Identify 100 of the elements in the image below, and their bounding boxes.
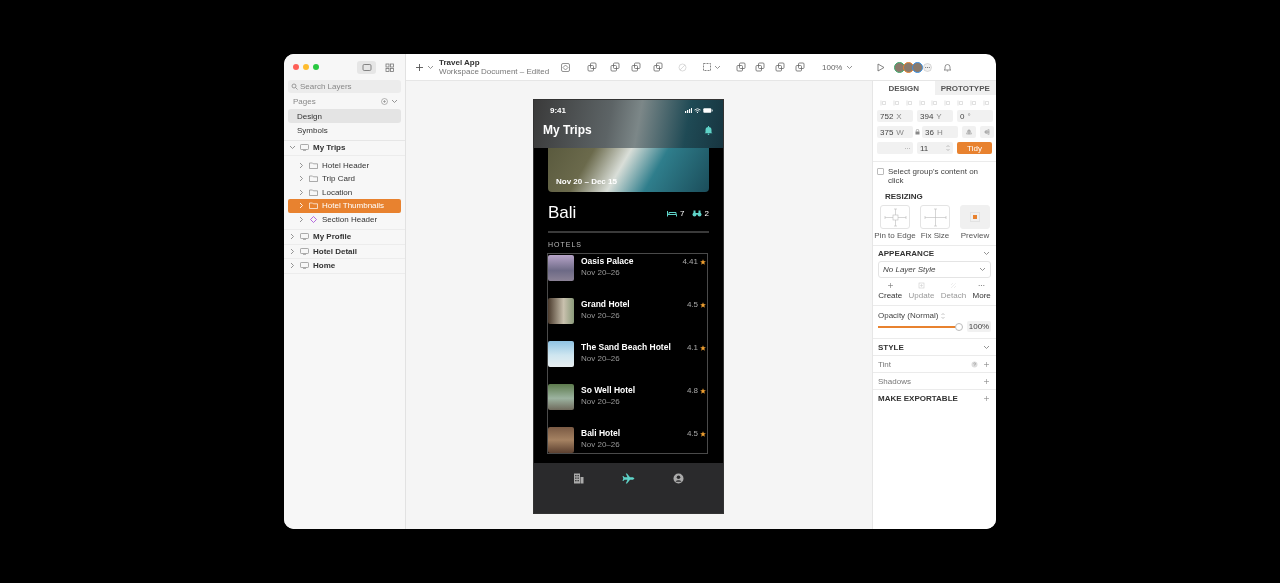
grid-icon <box>384 62 395 72</box>
flip-button[interactable] <box>962 126 976 138</box>
layer-name: Hotel Thumbnails <box>322 201 385 211</box>
overlapping-squares-icon[interactable] <box>653 62 663 72</box>
avatar[interactable] <box>894 61 906 73</box>
layer-item[interactable]: Section Header <box>288 212 401 226</box>
flip-vertical-icon <box>984 129 990 135</box>
number-field[interactable]: 752 X <box>877 110 913 122</box>
layer-item[interactable]: Location <box>288 185 401 199</box>
resizing-label: Fix Size <box>920 231 950 241</box>
search-field[interactable]: Search Layers <box>288 80 401 93</box>
signal-icon <box>685 108 692 113</box>
layer-item[interactable]: Trip Card <box>288 172 401 186</box>
layer-item[interactable]: Hotel Detail <box>284 244 405 259</box>
chevron-icon[interactable] <box>298 215 305 223</box>
caret-icon <box>846 63 854 71</box>
photo-placeholder <box>548 255 574 281</box>
opacity-field[interactable]: 100% <box>967 321 991 333</box>
chevron-icon[interactable] <box>298 175 305 183</box>
layer-item[interactable]: My Trips <box>284 141 405 156</box>
plus-icon[interactable] <box>415 62 424 72</box>
layer-name: My Profile <box>313 232 352 242</box>
pages-label: Pages <box>293 96 317 106</box>
zoom-dropdown[interactable]: 100% <box>819 60 857 74</box>
minimize-window-button[interactable] <box>303 64 309 70</box>
resizing-preview-icon <box>970 212 980 223</box>
caret-icon[interactable] <box>427 63 434 71</box>
number-field[interactable]: 11 <box>917 142 953 154</box>
help-icon[interactable] <box>971 360 978 368</box>
destination-name: Bali <box>548 203 578 223</box>
layer-item[interactable]: My Profile <box>284 230 405 245</box>
chevron-icon[interactable] <box>391 97 398 105</box>
overlapping-squares-icon[interactable] <box>587 62 597 72</box>
pin-to-edge-icon <box>882 207 908 227</box>
page-item[interactable]: Design <box>288 109 401 123</box>
overlapping-squares-icon[interactable] <box>610 62 620 72</box>
chevron-icon[interactable] <box>289 247 296 255</box>
building-icon[interactable] <box>573 473 584 484</box>
section-title: APPEARANCE <box>878 249 934 259</box>
more-icon[interactable] <box>923 62 933 72</box>
flip-button[interactable] <box>980 126 994 138</box>
resizing-option[interactable] <box>960 205 990 230</box>
photo-placeholder <box>548 341 574 367</box>
inspector-tab[interactable]: PROTOTYPE <box>934 81 996 95</box>
resizing-option[interactable] <box>880 205 910 230</box>
hotel-count: 7 <box>680 208 685 218</box>
section-item-label: Tint <box>878 359 893 369</box>
chevron-icon[interactable] <box>289 144 296 152</box>
bell-icon[interactable] <box>704 125 713 135</box>
number-field[interactable]: 36 H <box>922 126 958 138</box>
layer-item[interactable]: Hotel Header <box>288 158 401 172</box>
airplane-icon[interactable] <box>622 473 635 484</box>
section-title: MAKE EXPORTABLE <box>878 393 959 403</box>
hotel-name: Oasis Palace <box>581 256 635 266</box>
wifi-icon <box>694 108 701 113</box>
number-field[interactable]: 0 ° <box>957 110 993 122</box>
lock-icon[interactable] <box>915 129 920 135</box>
star-icon <box>700 344 706 351</box>
layer-style-dropdown[interactable]: No Layer Style <box>878 261 991 279</box>
checkbox-label: Select group's content on click <box>888 167 980 186</box>
number-field[interactable]: 375 W <box>877 126 913 138</box>
section-title: RESIZING <box>885 192 923 202</box>
style-action-button[interactable]: More <box>972 282 991 301</box>
number-field[interactable]: 394 Y <box>917 110 953 122</box>
chevron-icon[interactable] <box>298 161 305 169</box>
overlapping-squares-icon[interactable] <box>631 62 641 72</box>
canvas-view-button[interactable] <box>357 60 376 74</box>
artboard-icon <box>300 144 309 152</box>
person-icon[interactable] <box>673 473 684 484</box>
star-icon <box>700 301 706 308</box>
symbol-insert-icon[interactable] <box>561 62 570 72</box>
photo-placeholder <box>548 298 574 324</box>
play-icon[interactable] <box>876 62 886 72</box>
chevron-icon[interactable] <box>983 250 990 258</box>
star-icon <box>700 430 706 437</box>
zoom-window-button[interactable] <box>313 64 319 70</box>
checkbox[interactable] <box>877 168 884 175</box>
style-action-button[interactable]: Create <box>878 282 903 301</box>
chevron-icon[interactable] <box>983 343 990 351</box>
layer-name: Section Header <box>322 214 378 224</box>
frame-icon[interactable] <box>702 62 712 72</box>
hotel-dates: Nov 20–26 <box>581 311 621 320</box>
symbol-icon <box>309 215 318 223</box>
artboard-icon <box>300 247 309 255</box>
chevron-icon[interactable] <box>289 233 296 241</box>
chevron-icon[interactable] <box>289 262 296 270</box>
hotel-name: The Sand Beach Hotel <box>581 342 672 352</box>
layer-item[interactable]: Home <box>284 259 405 274</box>
caret-icon[interactable] <box>714 63 721 71</box>
avatar[interactable] <box>912 61 924 73</box>
hotel-rating: 4.5 <box>686 429 698 438</box>
chevron-icon[interactable] <box>298 188 305 196</box>
resizing-option[interactable] <box>920 205 950 230</box>
layer-name: Hotel Header <box>322 160 370 170</box>
spacing-field[interactable] <box>877 142 913 154</box>
add-page-icon[interactable] <box>381 97 388 105</box>
chevron-icon[interactable] <box>298 202 305 210</box>
close-window-button[interactable] <box>293 64 299 70</box>
page-item[interactable]: Symbols <box>288 123 401 137</box>
hotel-dates: Nov 20–26 <box>581 440 621 449</box>
